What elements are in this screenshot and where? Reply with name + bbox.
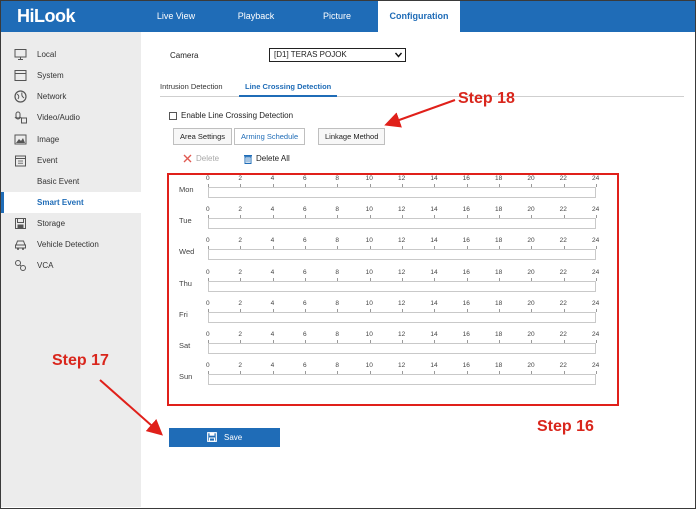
close-icon (183, 154, 192, 163)
camera-select[interactable]: [D1] TERAS POJOK (269, 48, 406, 62)
subtab-area-settings[interactable]: Area Settings (173, 128, 233, 145)
sidebar-item-image[interactable]: Image (1, 129, 141, 150)
chevron-down-icon (395, 52, 402, 58)
enable-line-crossing-checkbox[interactable] (169, 112, 177, 120)
sidebar-item-label: Network (37, 92, 67, 101)
hilook-logo: HiLook (17, 6, 76, 26)
save-button[interactable]: Save (169, 428, 280, 447)
image-icon (14, 134, 27, 145)
trash-icon (244, 155, 252, 164)
vehicle-icon (15, 240, 26, 250)
calendar-icon (15, 155, 26, 167)
subtab-arming-schedule[interactable]: Arming Schedule (234, 128, 306, 145)
enable-line-crossing-label: Enable Line Crossing Detection (181, 111, 294, 120)
step17-annotation: Step 17 (52, 352, 109, 369)
nav-configuration[interactable]: Configuration (378, 1, 460, 32)
step18-annotation: Step 18 (458, 90, 515, 107)
sidebar-item-label: System (37, 71, 64, 80)
sidebar-item-label: VCA (37, 261, 54, 270)
sidebar-item-label: Vehicle Detection (37, 240, 99, 249)
sidebar-item-basic-event[interactable]: Basic Event (1, 171, 141, 192)
vca-icon (15, 260, 26, 271)
nav-live-view[interactable]: Live View (152, 1, 200, 32)
sidebar-item-label: Video/Audio (37, 113, 80, 122)
delete-all-label: Delete All (256, 154, 290, 163)
sidebar-item-local[interactable]: Local (1, 44, 141, 65)
save-label: Save (224, 433, 243, 442)
sidebar-item-video-audio[interactable]: Video/Audio (1, 107, 141, 128)
video-audio-icon (14, 111, 27, 124)
delete-all-button[interactable]: Delete All (243, 154, 290, 164)
top-nav-bar: HiLook Live View Playback Picture Config… (1, 1, 695, 32)
nav-playback[interactable]: Playback (227, 1, 285, 32)
sidebar-item-event[interactable]: Event (1, 150, 141, 171)
sidebar-item-label: Storage (37, 219, 66, 228)
delete-button[interactable]: Delete (183, 154, 219, 163)
sidebar-item-system[interactable]: System (1, 65, 141, 86)
sidebar-item-network[interactable]: Network (1, 86, 141, 107)
system-icon (14, 70, 27, 81)
sidebar-item-label: Local (37, 50, 57, 59)
camera-select-value: [D1] TERAS POJOK (274, 50, 347, 59)
tab-line-crossing-detection[interactable]: Line Crossing Detection (239, 82, 338, 97)
sidebar-item-label: Image (37, 135, 60, 144)
camera-label: Camera (170, 51, 199, 60)
sidebar-item-label: Basic Event (37, 177, 80, 186)
sidebar: Local System Network Video/Audio Image E… (1, 32, 141, 507)
monitor-icon (14, 49, 27, 60)
delete-label: Delete (196, 154, 220, 163)
sidebar-item-vehicle-detection[interactable]: Vehicle Detection (1, 234, 141, 255)
nav-picture[interactable]: Picture (313, 1, 361, 32)
globe-icon (14, 90, 27, 103)
sidebar-item-vca[interactable]: VCA (1, 255, 141, 276)
sidebar-item-label: Event (37, 156, 58, 165)
storage-icon (15, 218, 26, 229)
sidebar-item-storage[interactable]: Storage (1, 213, 141, 234)
subtab-linkage-method[interactable]: Linkage Method (318, 128, 386, 145)
sidebar-item-smart-event[interactable]: Smart Event (1, 192, 141, 213)
sidebar-item-label: Smart Event (37, 198, 84, 207)
step16-annotation: Step 16 (537, 418, 594, 435)
step16-highlight-box (167, 173, 619, 406)
floppy-disk-icon (206, 432, 217, 442)
tab-intrusion-detection[interactable]: Intrusion Detection (160, 82, 223, 97)
